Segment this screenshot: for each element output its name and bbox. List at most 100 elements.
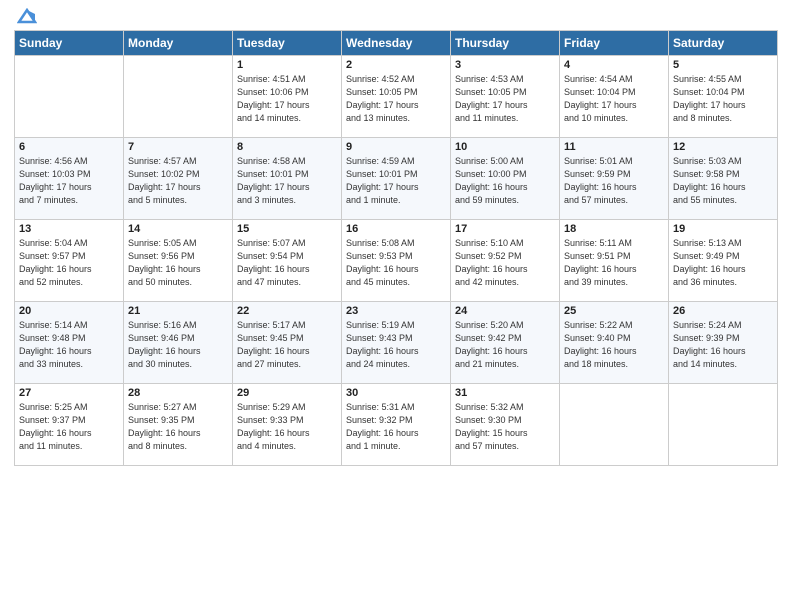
day-number: 4 — [564, 59, 664, 71]
calendar-cell: 2 Sunrise: 4:52 AMSunset: 10:05 PMDayligh… — [342, 56, 451, 138]
calendar-cell: 14Sunrise: 5:05 AMSunset: 9:56 PMDayligh… — [124, 220, 233, 302]
calendar-cell: 4 Sunrise: 4:54 AMSunset: 10:04 PMDayligh… — [560, 56, 669, 138]
calendar-cell: 25 Sunrise: 5:22 AMSunset: 9:40 PMDayligh… — [560, 302, 669, 384]
day-number: 9 — [346, 141, 446, 153]
day-number: 30 — [346, 387, 446, 399]
calendar-cell: 16Sunrise: 5:08 AMSunset: 9:53 PMDayligh… — [342, 220, 451, 302]
day-info: Sunrise: 4:57 AMSunset: 10:02 PMDaylight… — [128, 155, 228, 207]
day-number: 16 — [346, 223, 446, 235]
day-number: 2 — [346, 59, 446, 71]
day-info: Sunrise: 4:55 AMSunset: 10:04 PMDaylight… — [673, 73, 773, 125]
calendar-cell: 12 Sunrise: 5:03 AMSunset: 9:58 PMDayligh… — [669, 138, 778, 220]
calendar-day-header: Saturday — [669, 31, 778, 56]
calendar-header-row: SundayMondayTuesdayWednesdayThursdayFrid… — [15, 31, 778, 56]
calendar-cell: 30 Sunrise: 5:31 AMSunset: 9:32 PMDayligh… — [342, 384, 451, 466]
day-info: Sunrise: 4:54 AMSunset: 10:04 PMDaylight… — [564, 73, 664, 125]
calendar-cell: 27 Sunrise: 5:25 AMSunset: 9:37 PMDayligh… — [15, 384, 124, 466]
day-info: Sunrise: 5:19 AMSunset: 9:43 PMDaylight:… — [346, 319, 446, 371]
day-number: 23 — [346, 305, 446, 317]
day-number: 19 — [673, 223, 773, 235]
calendar-day-header: Tuesday — [233, 31, 342, 56]
day-number: 11 — [564, 141, 664, 153]
calendar-cell — [669, 384, 778, 466]
day-info: Sunrise: 5:17 AMSunset: 9:45 PMDaylight:… — [237, 319, 337, 371]
calendar-cell: 22 Sunrise: 5:17 AMSunset: 9:45 PMDayligh… — [233, 302, 342, 384]
calendar-cell — [15, 56, 124, 138]
calendar-cell: 7 Sunrise: 4:57 AMSunset: 10:02 PMDayligh… — [124, 138, 233, 220]
day-info: Sunrise: 4:53 AMSunset: 10:05 PMDaylight… — [455, 73, 555, 125]
calendar-cell: 29 Sunrise: 5:29 AMSunset: 9:33 PMDayligh… — [233, 384, 342, 466]
day-info: Sunrise: 5:11 AMSunset: 9:51 PMDaylight:… — [564, 237, 664, 289]
day-info: Sunrise: 5:03 AMSunset: 9:58 PMDaylight:… — [673, 155, 773, 207]
day-info: Sunrise: 5:05 AMSunset: 9:56 PMDaylight:… — [128, 237, 228, 289]
day-number: 27 — [19, 387, 119, 399]
day-number: 7 — [128, 141, 228, 153]
calendar-cell: 6 Sunrise: 4:56 AMSunset: 10:03 PMDayligh… — [15, 138, 124, 220]
day-info: Sunrise: 4:59 AMSunset: 10:01 PMDaylight… — [346, 155, 446, 207]
calendar-day-header: Sunday — [15, 31, 124, 56]
day-number: 26 — [673, 305, 773, 317]
calendar-cell: 18 Sunrise: 5:11 AMSunset: 9:51 PMDayligh… — [560, 220, 669, 302]
day-info: Sunrise: 4:52 AMSunset: 10:05 PMDaylight… — [346, 73, 446, 125]
day-number: 15 — [237, 223, 337, 235]
day-number: 21 — [128, 305, 228, 317]
calendar-table: SundayMondayTuesdayWednesdayThursdayFrid… — [14, 30, 778, 466]
day-number: 1 — [237, 59, 337, 71]
day-number: 25 — [564, 305, 664, 317]
day-info: Sunrise: 5:14 AMSunset: 9:48 PMDaylight:… — [19, 319, 119, 371]
day-info: Sunrise: 5:27 AMSunset: 9:35 PMDaylight:… — [128, 401, 228, 453]
calendar-cell: 28 Sunrise: 5:27 AMSunset: 9:35 PMDayligh… — [124, 384, 233, 466]
calendar-week-row: 13Sunrise: 5:04 AMSunset: 9:57 PMDayligh… — [15, 220, 778, 302]
calendar-cell: 31Sunrise: 5:32 AMSunset: 9:30 PMDayligh… — [451, 384, 560, 466]
calendar-cell — [560, 384, 669, 466]
calendar-day-header: Monday — [124, 31, 233, 56]
calendar-week-row: 6 Sunrise: 4:56 AMSunset: 10:03 PMDayligh… — [15, 138, 778, 220]
calendar-week-row: 27 Sunrise: 5:25 AMSunset: 9:37 PMDayligh… — [15, 384, 778, 466]
day-number: 29 — [237, 387, 337, 399]
day-number: 24 — [455, 305, 555, 317]
day-info: Sunrise: 5:00 AMSunset: 10:00 PMDaylight… — [455, 155, 555, 207]
day-number: 5 — [673, 59, 773, 71]
day-info: Sunrise: 4:56 AMSunset: 10:03 PMDaylight… — [19, 155, 119, 207]
calendar-cell: 20 Sunrise: 5:14 AMSunset: 9:48 PMDayligh… — [15, 302, 124, 384]
day-info: Sunrise: 5:01 AMSunset: 9:59 PMDaylight:… — [564, 155, 664, 207]
day-number: 18 — [564, 223, 664, 235]
day-info: Sunrise: 5:13 AMSunset: 9:49 PMDaylight:… — [673, 237, 773, 289]
day-info: Sunrise: 5:16 AMSunset: 9:46 PMDaylight:… — [128, 319, 228, 371]
day-number: 10 — [455, 141, 555, 153]
calendar-cell — [124, 56, 233, 138]
calendar-cell: 11 Sunrise: 5:01 AMSunset: 9:59 PMDayligh… — [560, 138, 669, 220]
day-info: Sunrise: 4:51 AMSunset: 10:06 PMDaylight… — [237, 73, 337, 125]
calendar-cell: 5 Sunrise: 4:55 AMSunset: 10:04 PMDayligh… — [669, 56, 778, 138]
calendar-cell: 19 Sunrise: 5:13 AMSunset: 9:49 PMDayligh… — [669, 220, 778, 302]
day-number: 17 — [455, 223, 555, 235]
calendar-cell: 17 Sunrise: 5:10 AMSunset: 9:52 PMDayligh… — [451, 220, 560, 302]
day-info: Sunrise: 4:58 AMSunset: 10:01 PMDaylight… — [237, 155, 337, 207]
day-info: Sunrise: 5:22 AMSunset: 9:40 PMDaylight:… — [564, 319, 664, 371]
logo — [14, 10, 37, 24]
day-info: Sunrise: 5:29 AMSunset: 9:33 PMDaylight:… — [237, 401, 337, 453]
day-info: Sunrise: 5:32 AMSunset: 9:30 PMDaylight:… — [455, 401, 555, 453]
day-info: Sunrise: 5:07 AMSunset: 9:54 PMDaylight:… — [237, 237, 337, 289]
calendar-cell: 21 Sunrise: 5:16 AMSunset: 9:46 PMDayligh… — [124, 302, 233, 384]
day-info: Sunrise: 5:10 AMSunset: 9:52 PMDaylight:… — [455, 237, 555, 289]
calendar-cell: 26 Sunrise: 5:24 AMSunset: 9:39 PMDayligh… — [669, 302, 778, 384]
day-number: 22 — [237, 305, 337, 317]
day-number: 6 — [19, 141, 119, 153]
calendar-cell: 9 Sunrise: 4:59 AMSunset: 10:01 PMDayligh… — [342, 138, 451, 220]
day-number: 12 — [673, 141, 773, 153]
day-info: Sunrise: 5:04 AMSunset: 9:57 PMDaylight:… — [19, 237, 119, 289]
day-info: Sunrise: 5:31 AMSunset: 9:32 PMDaylight:… — [346, 401, 446, 453]
day-number: 28 — [128, 387, 228, 399]
page-header — [14, 10, 778, 24]
calendar-week-row: 1 Sunrise: 4:51 AMSunset: 10:06 PMDayligh… — [15, 56, 778, 138]
calendar-cell: 23 Sunrise: 5:19 AMSunset: 9:43 PMDayligh… — [342, 302, 451, 384]
day-number: 20 — [19, 305, 119, 317]
calendar-cell: 8 Sunrise: 4:58 AMSunset: 10:01 PMDayligh… — [233, 138, 342, 220]
calendar-cell: 13Sunrise: 5:04 AMSunset: 9:57 PMDayligh… — [15, 220, 124, 302]
calendar-cell: 3Sunrise: 4:53 AMSunset: 10:05 PMDayligh… — [451, 56, 560, 138]
calendar-cell: 15 Sunrise: 5:07 AMSunset: 9:54 PMDayligh… — [233, 220, 342, 302]
day-info: Sunrise: 5:24 AMSunset: 9:39 PMDaylight:… — [673, 319, 773, 371]
day-number: 8 — [237, 141, 337, 153]
day-info: Sunrise: 5:25 AMSunset: 9:37 PMDaylight:… — [19, 401, 119, 453]
